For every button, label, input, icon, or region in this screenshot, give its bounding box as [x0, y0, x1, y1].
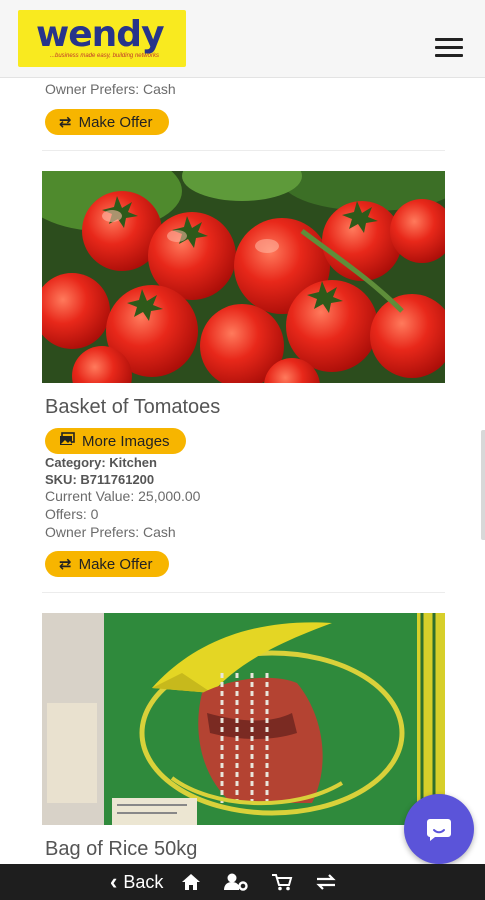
user-settings-icon[interactable] [223, 873, 249, 891]
home-icon[interactable] [181, 873, 201, 891]
tomato-image [42, 171, 445, 383]
cart-icon[interactable] [271, 873, 293, 891]
listing-feed[interactable]: Owner Prefers: Cash ⇄ Make Offer Basket … [0, 78, 485, 864]
back-button[interactable]: ‹ Back [110, 869, 163, 895]
make-offer-label: Make Offer [78, 555, 153, 573]
offers-count-text: Offers: 0 [45, 506, 99, 522]
owner-prefers-text: Owner Prefers: Cash [45, 524, 176, 540]
hamburger-icon[interactable] [435, 38, 463, 58]
logo-tagline: ...business made easy, building networks [50, 53, 159, 59]
make-offer-button[interactable]: ⇄ Make Offer [45, 109, 169, 135]
exchange-icon: ⇄ [59, 114, 72, 131]
rice-bag-photo[interactable] [42, 613, 445, 825]
back-label: Back [123, 871, 164, 892]
category-text: Category: Kitchen [45, 455, 157, 470]
rice-bag-image [42, 613, 445, 825]
chat-bubble-icon [427, 819, 451, 841]
make-offer-label: Make Offer [78, 113, 153, 131]
images-icon [59, 432, 75, 450]
exchange-icon: ⇄ [59, 556, 72, 573]
bottom-nav: ‹ Back [0, 864, 485, 900]
logo-text: wendy [36, 14, 165, 55]
divider [42, 150, 445, 151]
exchange-icon[interactable] [315, 873, 337, 891]
make-offer-button[interactable]: ⇄ Make Offer [45, 551, 169, 577]
divider [42, 592, 445, 593]
more-images-label: More Images [82, 432, 170, 450]
listing-title[interactable]: Basket of Tomatoes [45, 396, 220, 419]
listing-title[interactable]: Bag of Rice 50kg [45, 838, 197, 861]
current-value-text: Current Value: 25,000.00 [45, 488, 201, 504]
chat-button[interactable] [404, 794, 474, 864]
wendy-logo[interactable]: wendy ...business made easy, building ne… [18, 10, 186, 67]
app-header: wendy ...business made easy, building ne… [0, 0, 485, 78]
more-images-button[interactable]: More Images [45, 428, 186, 454]
tomato-photo[interactable] [42, 171, 445, 383]
owner-prefers-text: Owner Prefers: Cash [45, 81, 176, 97]
sku-text: SKU: B711761200 [45, 472, 155, 487]
side-tab-handle[interactable] [481, 430, 485, 540]
chevron-left-icon: ‹ [110, 869, 118, 894]
